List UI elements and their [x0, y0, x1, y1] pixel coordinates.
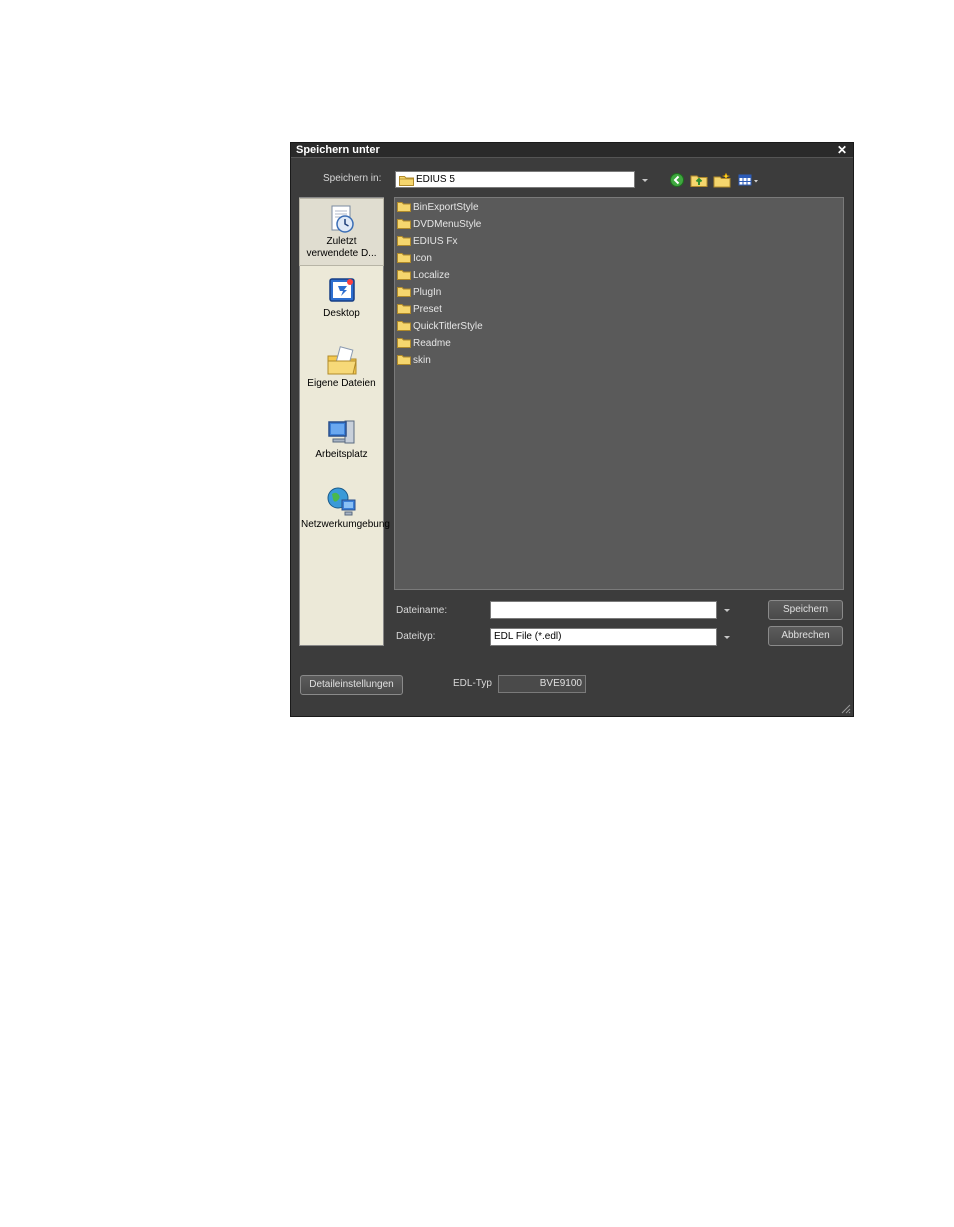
folder-icon [397, 269, 411, 280]
edl-type-value: BVE9100 [498, 675, 586, 693]
folder-name: Localize [413, 270, 450, 281]
folder-name: EDIUS Fx [413, 236, 458, 247]
details-settings-button[interactable]: Detaileinstellungen [300, 675, 403, 695]
save-in-label: Speichern in: [323, 173, 382, 184]
up-folder-icon[interactable] [690, 172, 708, 188]
network-places-icon [327, 487, 355, 516]
save-in-combo[interactable]: EDIUS 5 [395, 171, 635, 188]
place-my-documents[interactable]: Eigene Dateien [300, 344, 383, 398]
list-item[interactable]: Localize [397, 268, 450, 284]
folder-name: skin [413, 355, 431, 366]
dialog-title: Speichern unter [296, 144, 380, 156]
list-item[interactable]: QuickTitlerStyle [397, 319, 483, 335]
save-button[interactable]: Speichern [768, 600, 843, 620]
list-item[interactable]: DVDMenuStyle [397, 217, 481, 233]
place-network-label: Netzwerkumgebung [301, 519, 390, 530]
place-desktop[interactable]: Desktop [300, 274, 383, 324]
save-in-dropdown-arrow[interactable] [639, 172, 651, 188]
folder-icon [397, 252, 411, 263]
folder-icon [399, 176, 414, 186]
list-item[interactable]: Readme [397, 336, 451, 352]
cancel-button[interactable]: Abbrechen [768, 626, 843, 646]
back-icon[interactable] [668, 172, 686, 188]
folder-name: Readme [413, 338, 451, 349]
place-desktop-label: Desktop [323, 308, 360, 319]
folder-name: PlugIn [413, 287, 442, 298]
filetype-dropdown-arrow[interactable] [721, 629, 733, 645]
my-computer-icon [327, 420, 354, 444]
recent-documents-icon [331, 205, 354, 233]
place-network[interactable]: Netzwerkumgebung [300, 485, 390, 553]
folder-icon [397, 337, 411, 348]
filetype-value: EDL File (*.edl) [494, 631, 562, 642]
resize-grip-icon[interactable] [839, 702, 851, 714]
list-item[interactable]: Icon [397, 251, 432, 267]
list-item[interactable]: PlugIn [397, 285, 441, 301]
folder-icon [397, 218, 411, 229]
folder-icon [397, 354, 411, 365]
filetype-select[interactable]: EDL File (*.edl) [490, 628, 717, 646]
filename-label: Dateiname: [396, 605, 448, 616]
folder-name: Icon [413, 253, 432, 264]
folder-icon [397, 235, 411, 246]
place-my-documents-label: Eigene Dateien [307, 378, 376, 389]
title-bar[interactable]: Speichern unter ✕ [291, 143, 853, 158]
place-my-computer-label: Arbeitsplatz [315, 449, 368, 460]
save-in-value: EDIUS 5 [416, 174, 455, 185]
my-documents-icon [327, 346, 357, 375]
list-item[interactable]: skin [397, 353, 431, 369]
save-as-dialog: Speichern unter ✕ Speichern in: EDIUS 5 [290, 142, 854, 717]
file-list[interactable]: BinExportStyle DVDMenuStyle EDIUS Fx Ico… [394, 197, 844, 590]
folder-name: BinExportStyle [413, 202, 479, 213]
places-bar: Zuletzt verwendete D... Desktop Eigene D… [299, 197, 390, 646]
folder-icon [397, 286, 411, 297]
folder-icon [397, 320, 411, 331]
list-item[interactable]: BinExportStyle [397, 200, 479, 216]
place-recent[interactable]: Zuletzt verwendete D... [299, 198, 384, 266]
folder-icon [397, 201, 411, 212]
edl-type-label: EDL-Typ [453, 678, 492, 689]
close-icon[interactable]: ✕ [836, 143, 848, 157]
new-folder-icon[interactable] [713, 172, 731, 188]
folder-icon [397, 303, 411, 314]
filetype-label: Dateityp: [396, 631, 436, 642]
folder-name: Preset [413, 304, 442, 315]
filename-input[interactable] [490, 601, 717, 619]
folder-name: QuickTitlerStyle [413, 321, 483, 332]
list-item[interactable]: Preset [397, 302, 442, 318]
list-item[interactable]: EDIUS Fx [397, 234, 457, 250]
filename-dropdown-arrow[interactable] [721, 602, 733, 618]
place-recent-label: Zuletzt verwendete D... [306, 236, 377, 259]
folder-name: DVDMenuStyle [413, 219, 482, 230]
view-menu-icon[interactable] [737, 172, 761, 188]
desktop-icon [328, 278, 355, 302]
place-my-computer[interactable]: Arbeitsplatz [300, 415, 383, 469]
